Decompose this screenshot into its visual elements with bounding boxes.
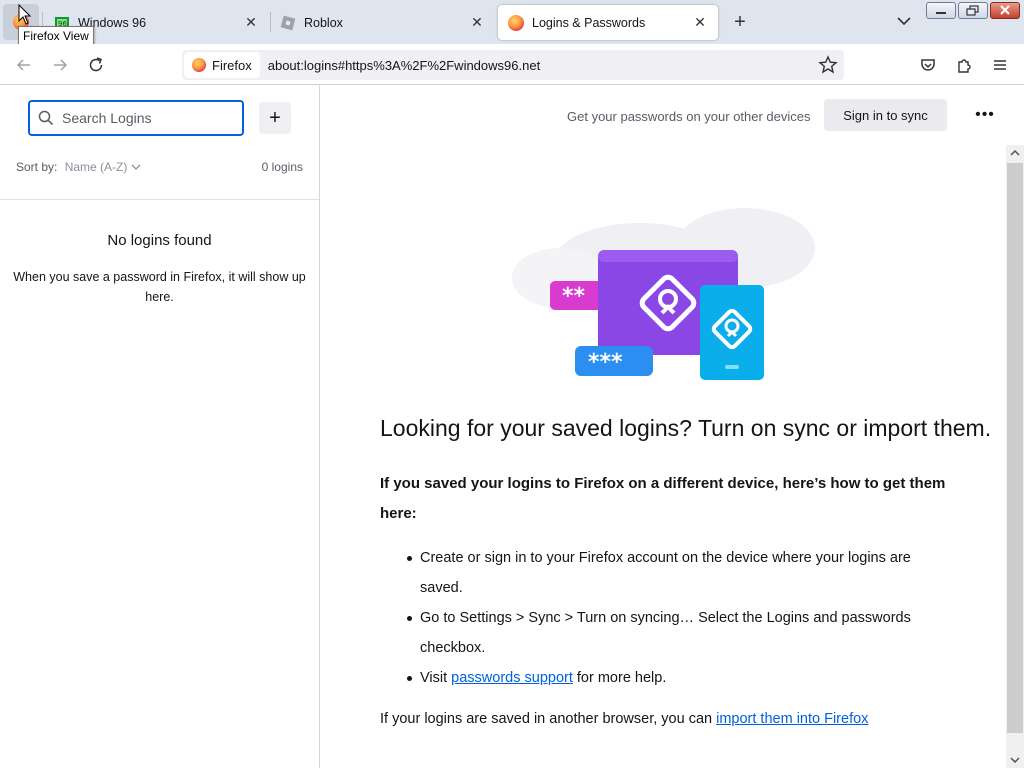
import-text: If your logins are saved in another brow… bbox=[380, 711, 868, 727]
search-input[interactable] bbox=[62, 110, 232, 126]
sign-in-to-sync-button[interactable]: Sign in to sync bbox=[824, 99, 947, 131]
tab-roblox[interactable]: Roblox ✕ bbox=[270, 5, 495, 40]
page-heading: Looking for your saved logins? Turn on s… bbox=[380, 415, 992, 441]
list-item: Go to Settings > Sync > Turn on syncing…… bbox=[407, 603, 950, 663]
vertical-scrollbar[interactable] bbox=[1006, 145, 1024, 768]
identity-box[interactable]: Firefox bbox=[184, 52, 260, 78]
close-window-button[interactable] bbox=[990, 2, 1020, 19]
sort-value: Name (A-Z) bbox=[64, 160, 128, 174]
firefox-favicon bbox=[508, 14, 524, 31]
sync-promo-text: Get your passwords on your other devices bbox=[567, 109, 811, 124]
new-tab-icon[interactable]: + bbox=[728, 10, 752, 34]
scroll-down-icon[interactable] bbox=[1006, 752, 1024, 768]
url-bar[interactable]: Firefox about:logins#https%3A%2F%2Fwindo… bbox=[182, 50, 844, 80]
reload-icon[interactable] bbox=[83, 52, 109, 78]
empty-description: When you save a password in Firefox, it … bbox=[13, 270, 306, 304]
close-tab-icon[interactable]: ✕ bbox=[688, 11, 712, 35]
url-text[interactable]: about:logins#https%3A%2F%2Fwindows96.net bbox=[268, 58, 540, 73]
tab-label: Windows 96 bbox=[78, 15, 147, 30]
tab-label: Roblox bbox=[304, 15, 343, 30]
tooltip: Firefox View bbox=[18, 26, 94, 46]
scrollbar-thumb[interactable] bbox=[1007, 163, 1023, 733]
tab-label: Logins & Passwords bbox=[532, 15, 646, 30]
list-all-tabs-icon[interactable] bbox=[894, 11, 914, 31]
forward-icon[interactable] bbox=[47, 52, 73, 78]
svg-text:***: *** bbox=[588, 350, 623, 375]
main-content: Get your passwords on your other devices… bbox=[320, 85, 1024, 768]
tab-bar: 96 Windows 96 ✕ Roblox ✕ Logins & Passwo… bbox=[0, 0, 1024, 46]
roblox-favicon bbox=[280, 15, 296, 31]
steps-list: Create or sign in to your Firefox accoun… bbox=[407, 543, 950, 693]
import-prefix: If your logins are saved in another brow… bbox=[380, 711, 717, 727]
restore-button[interactable] bbox=[958, 2, 988, 19]
search-icon bbox=[38, 110, 54, 126]
passwords-support-link[interactable]: passwords support bbox=[451, 670, 573, 686]
mouse-cursor-icon bbox=[18, 4, 32, 25]
passwords-illustration: ** *** bbox=[512, 208, 815, 380]
app-menu-icon[interactable] bbox=[987, 52, 1013, 78]
tab-logins-passwords[interactable]: Logins & Passwords ✕ bbox=[498, 5, 718, 40]
logins-count: 0 logins bbox=[261, 160, 303, 174]
close-tab-icon[interactable]: ✕ bbox=[465, 11, 489, 35]
logins-sidebar: + Sort by: Name (A-Z) 0 logins No logins… bbox=[0, 85, 320, 768]
firefox-icon bbox=[192, 58, 206, 72]
chevron-down-icon bbox=[131, 164, 141, 170]
svg-text:**: ** bbox=[562, 284, 586, 309]
list-item: Visit passwords support for more help. bbox=[407, 663, 950, 693]
identity-label: Firefox bbox=[212, 57, 252, 73]
scroll-up-icon[interactable] bbox=[1006, 145, 1024, 161]
sort-select[interactable]: Name (A-Z) bbox=[65, 160, 141, 174]
extensions-icon[interactable] bbox=[951, 52, 977, 78]
step3-prefix: Visit bbox=[420, 670, 452, 686]
add-login-button[interactable]: + bbox=[259, 102, 291, 134]
close-tab-icon[interactable]: ✕ bbox=[239, 11, 263, 35]
minimize-button[interactable] bbox=[926, 2, 956, 19]
intro-text: If you saved your logins to Firefox on a… bbox=[380, 475, 946, 522]
divider bbox=[0, 199, 319, 200]
empty-title: No logins found bbox=[107, 232, 212, 249]
list-item: Create or sign in to your Firefox accoun… bbox=[407, 543, 950, 603]
back-icon[interactable] bbox=[11, 52, 37, 78]
more-options-icon[interactable]: ••• bbox=[972, 100, 998, 130]
sort-row: Sort by: Name (A-Z) bbox=[16, 160, 141, 174]
bookmark-star-icon[interactable] bbox=[818, 55, 838, 75]
pocket-icon[interactable] bbox=[915, 52, 941, 78]
import-link[interactable]: import them into Firefox bbox=[716, 711, 868, 727]
search-box[interactable] bbox=[28, 100, 244, 136]
step3-suffix: for more help. bbox=[572, 670, 667, 686]
sort-label: Sort by: bbox=[16, 160, 58, 174]
